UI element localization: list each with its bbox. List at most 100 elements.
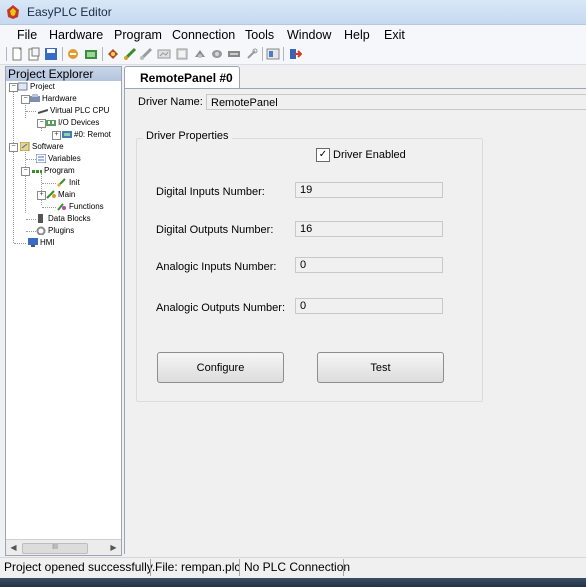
new-icon[interactable] (10, 47, 24, 61)
driver-properties-title: Driver Properties (143, 130, 232, 142)
digital-outputs-label: Digital Outputs Number: (156, 224, 274, 236)
stop-icon[interactable] (139, 47, 153, 61)
settings-icon[interactable] (175, 47, 189, 61)
status-separator (239, 559, 240, 576)
toolbar-separator (102, 47, 103, 61)
status-separator (343, 559, 344, 576)
tree-node-init[interactable]: Init (57, 177, 80, 189)
tree-connector (14, 243, 26, 244)
tree-collapse-toggle[interactable]: − (21, 95, 30, 104)
menu-hardware[interactable]: Hardware (49, 28, 103, 42)
analogic-outputs-label: Analogic Outputs Number: (156, 302, 286, 314)
hardware-icon (30, 94, 40, 103)
tree-collapse-toggle[interactable]: − (9, 143, 18, 152)
explorer-header: Project Explorer (6, 67, 121, 81)
tree-node-data-blocks[interactable]: Data Blocks (36, 213, 91, 225)
scroll-left-icon[interactable]: ◀ (8, 542, 19, 553)
scrollbar-thumb[interactable]: III (22, 543, 88, 554)
explorer-horizontal-scrollbar[interactable]: ◀ III ▶ (6, 539, 121, 555)
build-icon[interactable] (84, 47, 98, 61)
menu-bar: File Hardware Program Connection Tools W… (0, 25, 586, 45)
program-icon (32, 170, 42, 174)
toolbar-separator (62, 47, 63, 61)
tree-connector (41, 173, 42, 205)
tab-label: RemotePanel #0 (140, 71, 233, 85)
digital-outputs-field[interactable]: 16 (295, 221, 443, 237)
digital-inputs-label: Digital Inputs Number: (156, 186, 265, 198)
exit-icon[interactable] (288, 47, 302, 61)
io-devices-icon (46, 120, 56, 127)
project-tree[interactable]: − Project − Hardware Virtual PLC CPU − I… (6, 81, 121, 537)
tree-node-hardware[interactable]: Hardware (30, 93, 77, 105)
tree-node-variables[interactable]: Variables (36, 153, 81, 165)
tree-node-main[interactable]: Main (46, 189, 75, 201)
tree-collapse-toggle[interactable]: − (37, 119, 46, 128)
tree-connector (26, 219, 36, 220)
toolbar (0, 45, 586, 65)
functions-icon (57, 203, 66, 212)
menu-exit[interactable]: Exit (384, 28, 405, 42)
tree-collapse-toggle[interactable]: − (21, 167, 30, 176)
plugins-icon (36, 226, 46, 236)
menu-tools[interactable]: Tools (245, 28, 274, 42)
tree-collapse-toggle[interactable]: − (9, 83, 18, 92)
tree-connector (42, 183, 56, 184)
menu-program[interactable]: Program (114, 28, 162, 42)
plugin-icon[interactable] (193, 47, 207, 61)
tree-node-functions[interactable]: Functions (57, 201, 104, 213)
wrench-icon[interactable] (227, 47, 241, 61)
analogic-inputs-field[interactable]: 0 (295, 257, 443, 273)
menu-window[interactable]: Window (287, 28, 331, 42)
tree-connector (26, 111, 36, 112)
test-button[interactable]: Test (317, 352, 444, 383)
run-icon[interactable] (123, 47, 137, 61)
panel-icon[interactable] (266, 47, 280, 61)
tree-node-program[interactable]: Program (32, 165, 75, 177)
tree-node-software[interactable]: Software (20, 141, 64, 153)
configure-button[interactable]: Configure (157, 352, 284, 383)
analogic-inputs-label: Analogic Inputs Number: (156, 261, 277, 273)
tree-node-hmi[interactable]: HMI (28, 237, 55, 249)
tree-expand-toggle[interactable]: + (52, 131, 61, 140)
tools-icon[interactable] (245, 47, 259, 61)
project-icon (18, 82, 28, 91)
project-explorer: Project Explorer − Project − Hardware Vi… (5, 66, 122, 556)
tree-node-remote-panel[interactable]: #0: Remot (62, 129, 111, 141)
tree-node-plugins[interactable]: Plugins (36, 225, 74, 237)
toolbar-separator (6, 47, 7, 61)
tree-connector (13, 89, 14, 243)
tree-node-project[interactable]: Project (18, 81, 55, 93)
tree-expand-toggle[interactable]: + (37, 191, 46, 200)
data-blocks-icon (38, 214, 43, 224)
scroll-right-icon[interactable]: ▶ (108, 542, 119, 553)
title-bar: EasyPLC Editor (0, 0, 586, 25)
easyplc-logo-icon (7, 5, 19, 19)
status-connection: No PLC Connection (244, 560, 351, 574)
window-title: EasyPLC Editor (27, 5, 112, 19)
digital-inputs-field[interactable]: 19 (295, 182, 443, 198)
cpu-icon (38, 109, 48, 115)
tree-connector (42, 207, 56, 208)
hmi-icon (28, 238, 38, 248)
tree-node-virtual-plc[interactable]: Virtual PLC CPU (38, 105, 109, 117)
menu-connection[interactable]: Connection (172, 28, 235, 42)
explorer-title: Project Explorer (8, 67, 94, 81)
compile-icon[interactable] (66, 47, 80, 61)
driver-enabled-checkbox[interactable]: ✓ (316, 148, 330, 162)
plc-icon[interactable] (106, 47, 120, 61)
save-icon[interactable] (44, 47, 58, 61)
tab-remote-panel[interactable]: RemotePanel #0 (124, 66, 240, 89)
toolbar-separator (283, 47, 284, 61)
monitor-icon[interactable] (157, 47, 171, 61)
driver-name-label: Driver Name: (138, 96, 203, 108)
menu-help[interactable]: Help (344, 28, 370, 42)
analogic-outputs-field[interactable]: 0 (295, 298, 443, 314)
open-icon[interactable] (27, 47, 41, 61)
driver-name-field[interactable]: RemotePanel (206, 94, 586, 110)
status-bar: Project opened successfully. File: rempa… (0, 557, 586, 578)
tree-node-io-devices[interactable]: I/O Devices (46, 117, 99, 129)
menu-file[interactable]: File (17, 28, 37, 42)
chip-icon[interactable] (210, 47, 224, 61)
main-icon (46, 190, 56, 200)
status-message: Project opened successfully. (4, 560, 156, 574)
